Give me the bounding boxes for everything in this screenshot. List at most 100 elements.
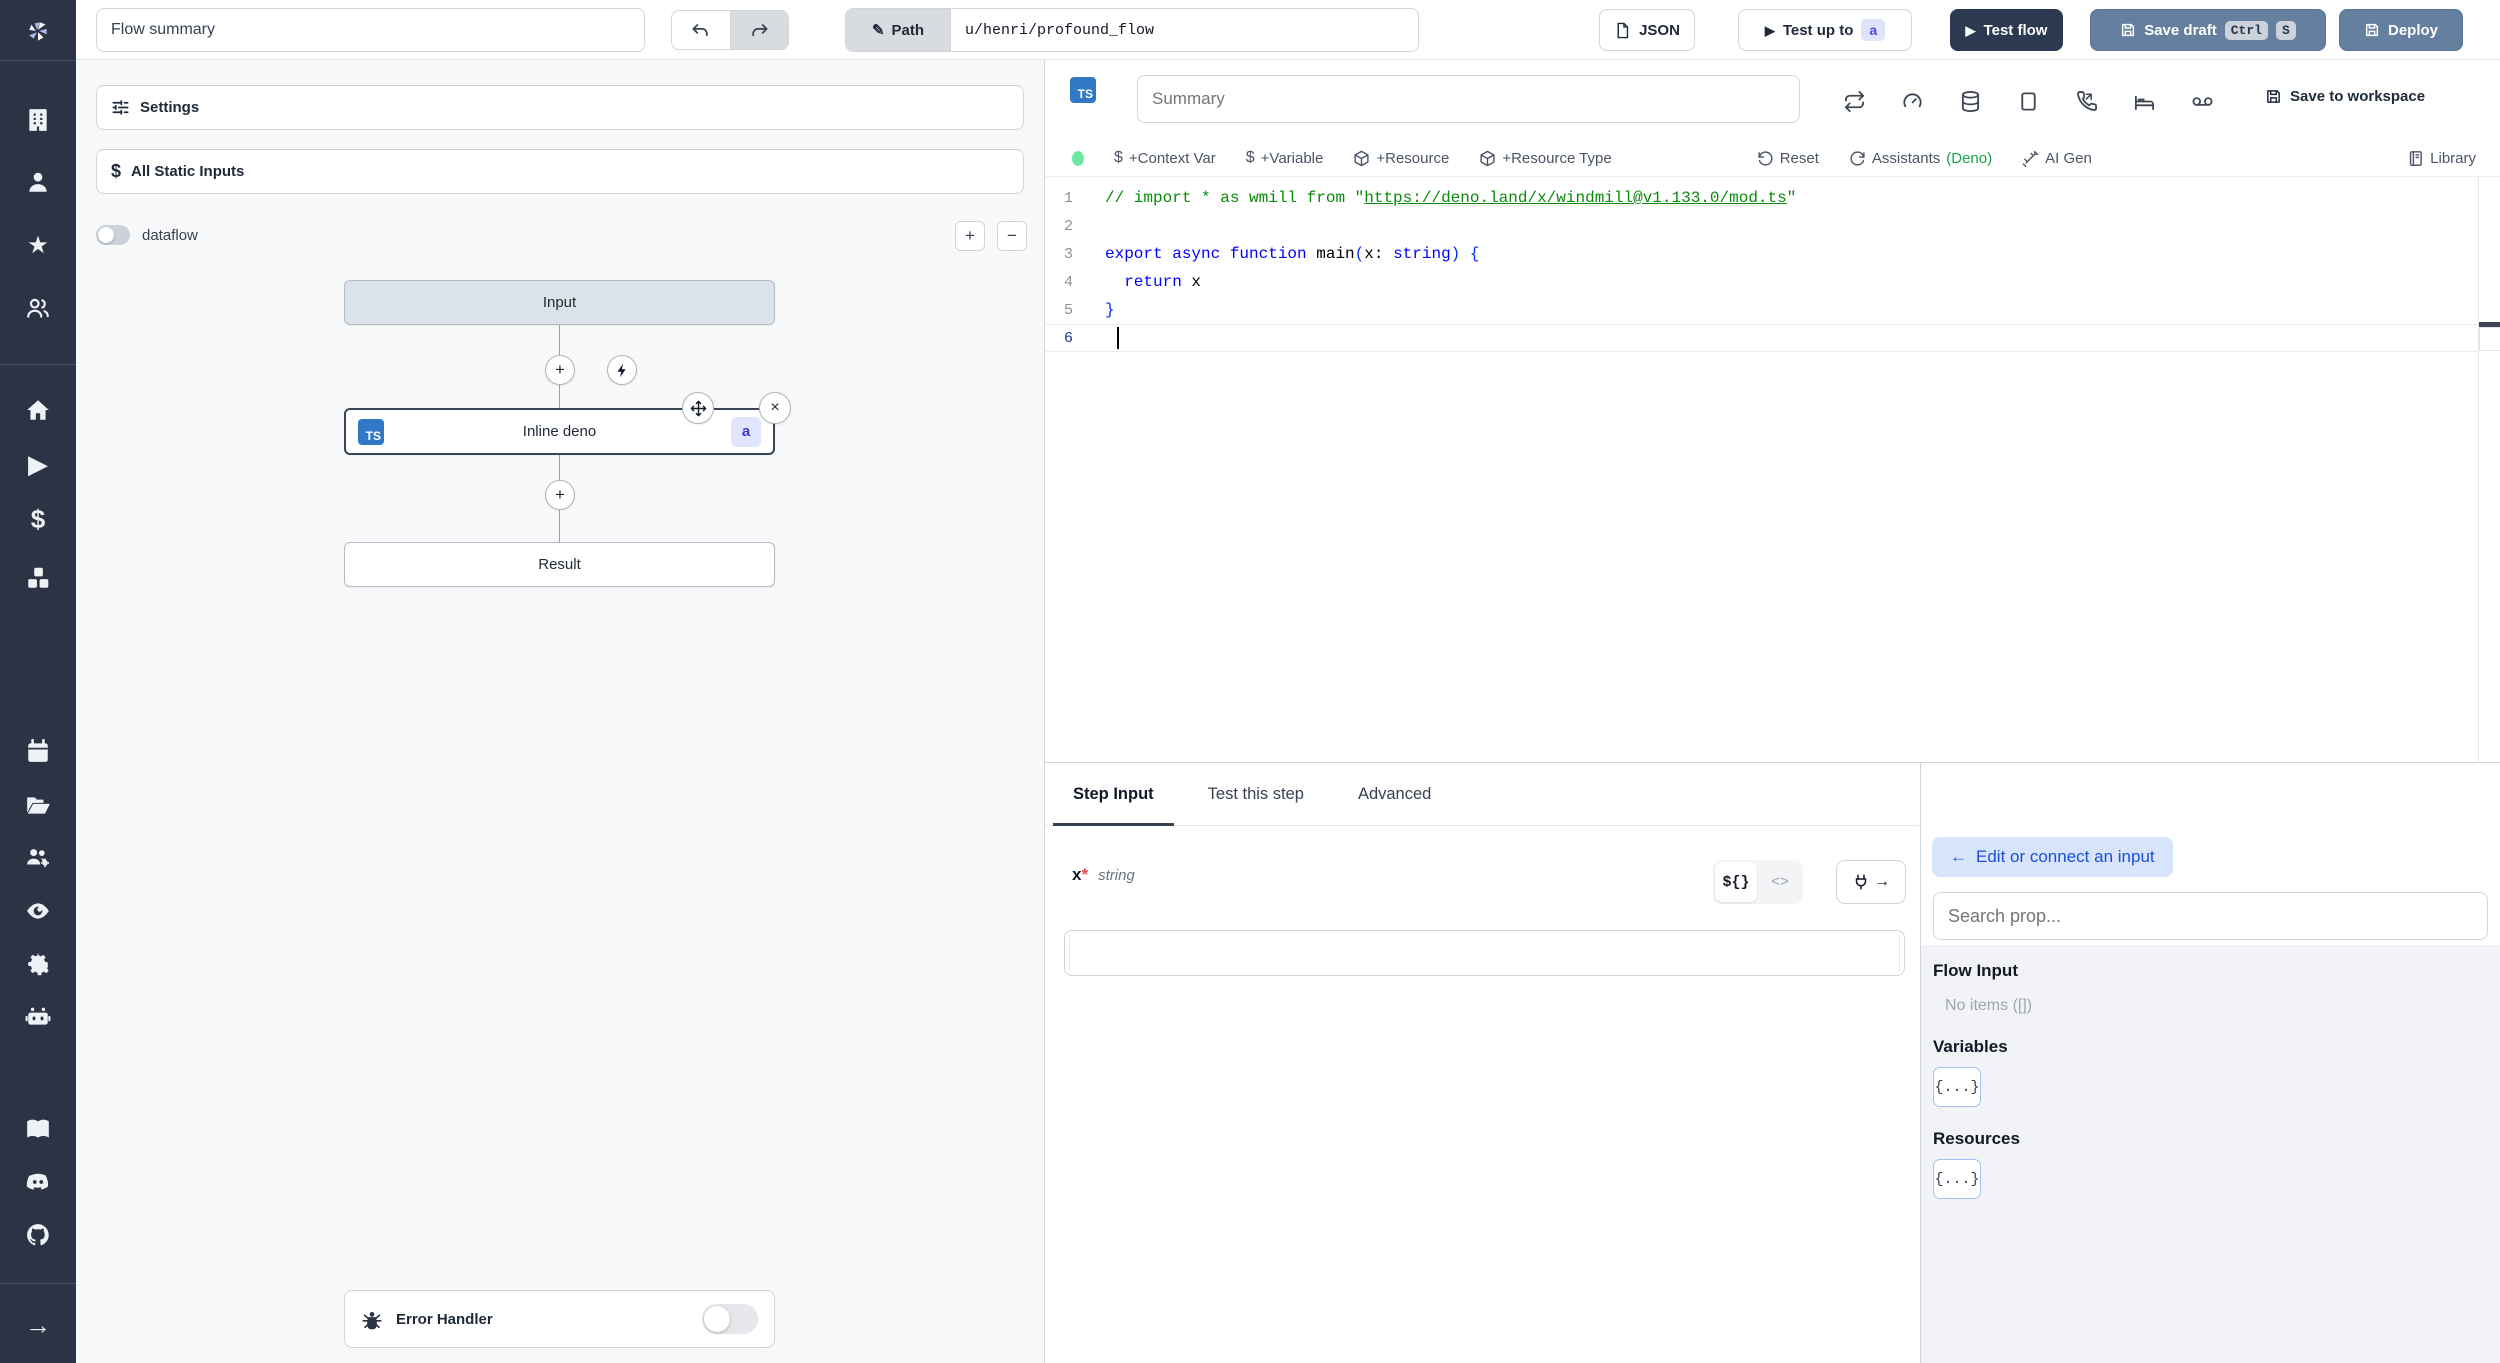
repeat-icon[interactable] <box>1841 88 1867 114</box>
redo-icon <box>752 23 768 36</box>
redo-button[interactable] <box>729 11 788 49</box>
deploy-button[interactable]: Deploy <box>2339 9 2463 51</box>
search-prop-input[interactable] <box>1933 892 2488 940</box>
add-context-var-button[interactable]: $ +Context Var <box>1114 149 1216 167</box>
variables-expand-button[interactable]: {...} <box>1933 1067 1981 1107</box>
path-button-label: Path <box>891 21 925 39</box>
line-number: 3 <box>1063 245 1073 263</box>
gauge-icon[interactable] <box>1899 88 1925 114</box>
dataflow-toggle[interactable] <box>96 225 130 245</box>
user-icon[interactable] <box>23 167 53 197</box>
assistants-lang: (Deno) <box>1946 149 1993 167</box>
dollar-icon: $ <box>1245 149 1255 166</box>
flow-input-empty-text: No items ([]) <box>1945 997 2033 1014</box>
error-handler-label: Error Handler <box>396 1310 493 1328</box>
typescript-badge: TS <box>1070 77 1096 103</box>
play-icon: ▶ <box>1965 22 1976 38</box>
test-flow-button[interactable]: ▶ Test flow <box>1950 9 2063 51</box>
discord-icon[interactable] <box>23 1167 53 1197</box>
tab-advanced[interactable]: Advanced <box>1338 763 1451 825</box>
github-icon[interactable] <box>23 1220 53 1250</box>
edit-or-connect-button[interactable]: ← Edit or connect an input <box>1932 837 2173 877</box>
add-resource-type-button[interactable]: +Resource Type <box>1479 150 1612 167</box>
ai-gen-button[interactable]: AI Gen <box>2022 150 2092 167</box>
typescript-badge: TS <box>358 418 384 445</box>
resources-expand-button[interactable]: {...} <box>1933 1159 1981 1199</box>
tab-test-this-step[interactable]: Test this step <box>1188 763 1324 825</box>
json-button-label: JSON <box>1639 21 1680 39</box>
error-handler-toggle[interactable] <box>702 1304 758 1334</box>
tab-step-input[interactable]: Step Input <box>1053 763 1174 826</box>
expand-sidebar-arrow-icon[interactable]: → <box>23 1310 53 1340</box>
code-mode-button[interactable]: <> <box>1759 862 1801 902</box>
script-editor-panel: TS Save to workspace $ +Context Var $ +V… <box>1045 60 2500 1363</box>
flow-input-node[interactable]: Input <box>344 280 775 325</box>
bed-icon[interactable] <box>2131 88 2157 114</box>
move-step-button[interactable] <box>682 392 714 424</box>
flow-result-node[interactable]: Result <box>344 542 775 587</box>
step-summary-input[interactable] <box>1137 75 1800 123</box>
settings-gear-icon[interactable] <box>23 949 53 979</box>
windmill-logo-icon[interactable] <box>23 16 53 46</box>
trigger-bolt-button[interactable] <box>607 355 637 385</box>
kbd-ctrl: Ctrl <box>2224 20 2268 40</box>
connect-input-plug-button[interactable]: → <box>1836 860 1906 904</box>
settings-bar[interactable]: Settings <box>96 85 1024 130</box>
flow-summary-input[interactable] <box>96 8 645 52</box>
connect-sections: Flow Input No items ([]) Variables {...}… <box>1921 945 2500 1363</box>
dataflow-row: dataflow <box>96 225 198 245</box>
zoom-in-button[interactable]: + <box>955 221 985 251</box>
flow-result-node-label: Result <box>538 556 581 573</box>
arrow-left-icon: ← <box>1950 847 1967 866</box>
schedules-calendar-icon[interactable] <box>23 736 53 766</box>
save-draft-button[interactable]: Save draft Ctrl S <box>2090 9 2326 51</box>
path-input[interactable] <box>950 9 1418 51</box>
delete-step-button[interactable]: × <box>759 392 791 424</box>
editor-overview-ruler[interactable] <box>2478 177 2500 763</box>
all-static-inputs-bar[interactable]: $ All Static Inputs <box>96 149 1024 194</box>
user-group-icon[interactable] <box>23 293 53 323</box>
play-icon: ▶ <box>1764 22 1775 38</box>
groups-gear-icon[interactable] <box>23 843 53 873</box>
json-button[interactable]: JSON <box>1599 9 1695 51</box>
square-icon[interactable] <box>2015 88 2041 114</box>
database-icon[interactable] <box>1957 88 1983 114</box>
pencil-icon: ✎ <box>871 22 885 39</box>
library-button[interactable]: Library <box>2407 150 2476 167</box>
reset-button[interactable]: Reset <box>1757 150 1819 167</box>
lsp-status-dot <box>1072 150 1084 166</box>
app-sidebar: ★ ▶ $ → <box>0 0 76 1363</box>
path-button[interactable]: ✎ Path <box>846 9 950 51</box>
step-input-value-field[interactable] <box>1064 930 1905 976</box>
variables-dollar-icon[interactable]: $ <box>23 504 53 534</box>
docs-book-icon[interactable] <box>23 1114 53 1144</box>
insert-step-button[interactable]: + <box>545 355 575 385</box>
undo-icon <box>692 23 709 36</box>
arrow-right-icon: → <box>1874 873 1890 890</box>
add-variable-button[interactable]: $ +Variable <box>1246 149 1324 167</box>
undo-button[interactable] <box>672 11 730 49</box>
save-to-workspace-button[interactable]: Save to workspace <box>2265 88 2425 105</box>
insert-step-button[interactable]: + <box>545 480 575 510</box>
phone-incoming-icon[interactable] <box>2073 88 2099 114</box>
code-editor[interactable]: 1 // import * as wmill from "https://den… <box>1045 177 2500 763</box>
template-mode-button[interactable]: ${} <box>1715 862 1757 902</box>
favorites-star-icon[interactable]: ★ <box>23 231 53 261</box>
workers-robot-icon[interactable] <box>23 1002 53 1032</box>
resources-cubes-icon[interactable] <box>23 563 53 593</box>
runs-play-icon[interactable]: ▶ <box>23 449 53 479</box>
error-handler-card: Error Handler <box>344 1290 775 1348</box>
add-resource-button[interactable]: +Resource <box>1353 150 1449 167</box>
audit-eye-icon[interactable] <box>23 896 53 926</box>
folders-icon[interactable] <box>23 790 53 820</box>
zoom-out-button[interactable]: − <box>997 221 1027 251</box>
home-icon[interactable] <box>23 395 53 425</box>
connect-input-panel: ← Edit or connect an input Flow Input No… <box>1920 763 2500 1363</box>
voicemail-icon[interactable] <box>2189 88 2215 114</box>
workspace-building-icon[interactable] <box>23 105 53 135</box>
assistants-button[interactable]: Assistants (Deno) <box>1849 150 1992 167</box>
line-number: 1 <box>1063 189 1073 207</box>
step-node-label: Inline deno <box>522 423 597 440</box>
test-up-to-button[interactable]: ▶ Test up to a <box>1738 9 1912 51</box>
wand-sparkles-icon <box>2022 150 2039 167</box>
